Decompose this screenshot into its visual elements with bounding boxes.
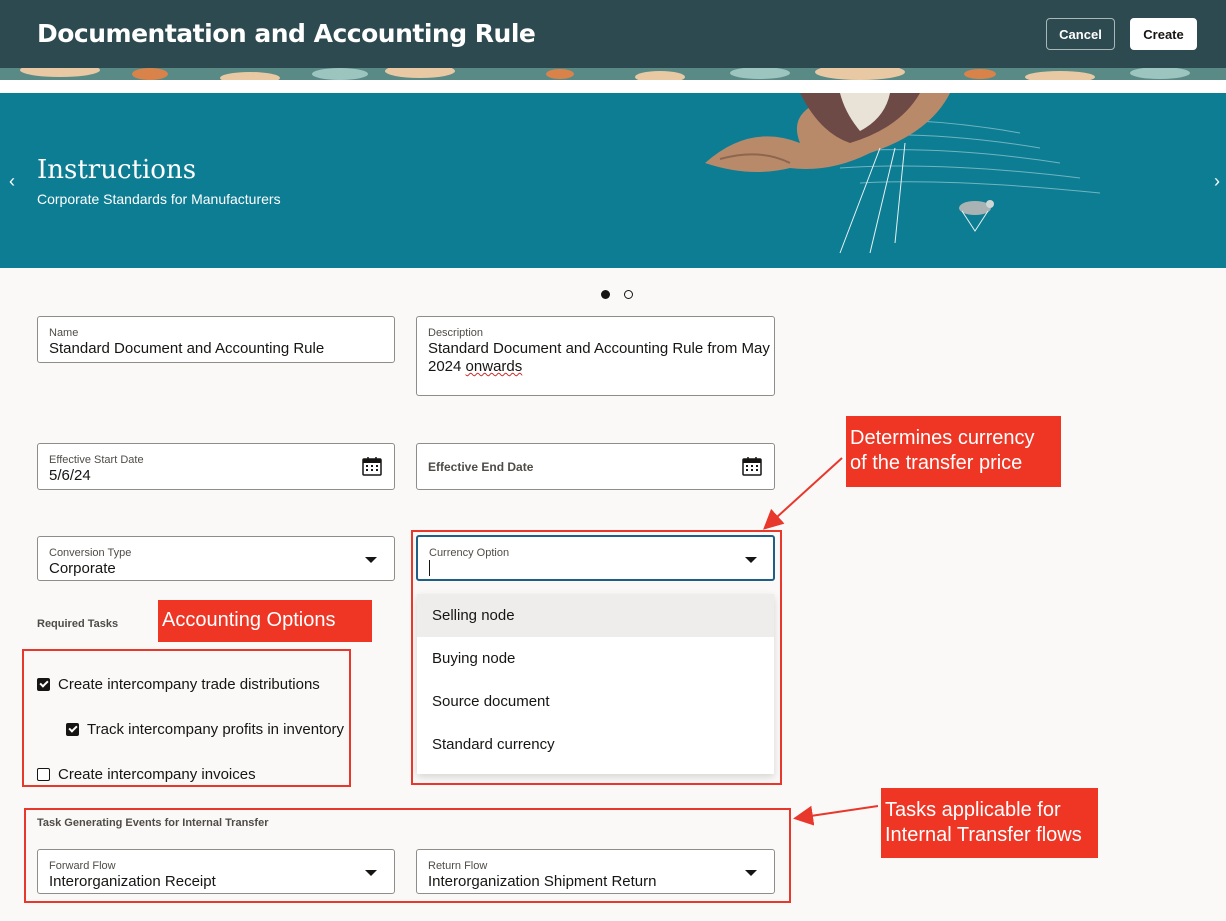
name-value: Standard Document and Accounting Rule <box>49 340 325 357</box>
carousel-prev-icon[interactable]: ‹ <box>9 171 15 192</box>
tasks-callout: Tasks applicable for Internal Transfer f… <box>881 788 1098 858</box>
banner-illustration <box>705 93 1101 254</box>
effective-end-date-field[interactable]: Effective End Date <box>416 443 775 490</box>
effective-start-date-value: 5/6/24 <box>49 467 91 484</box>
currency-arrow <box>763 457 843 530</box>
description-field[interactable]: Description Standard Document and Accoun… <box>416 316 775 396</box>
carousel-next-icon[interactable]: › <box>1214 171 1220 192</box>
chevron-down-icon[interactable] <box>365 557 377 563</box>
banner-subtitle: Corporate Standards for Manufacturers <box>37 191 281 207</box>
name-field[interactable]: Name Standard Document and Accounting Ru… <box>37 316 395 363</box>
calendar-icon[interactable] <box>742 456 762 476</box>
carousel-dot-2[interactable] <box>624 290 633 299</box>
decorative-strip <box>0 68 1226 80</box>
task-events-annotation-box <box>24 808 791 903</box>
instructions-banner: Instructions Corporate Standards for Man… <box>0 93 1226 268</box>
description-value: Standard Document and Accounting Rule fr… <box>428 340 770 375</box>
cancel-button[interactable]: Cancel <box>1046 18 1115 50</box>
conversion-type-select[interactable]: Conversion Type Corporate <box>37 536 395 581</box>
calendar-icon[interactable] <box>362 456 382 476</box>
description-label: Description <box>428 327 484 339</box>
accounting-options-callout: Accounting Options <box>158 600 372 642</box>
create-button[interactable]: Create <box>1130 18 1197 50</box>
required-tasks-label: Required Tasks <box>37 618 119 630</box>
effective-start-date-label: Effective Start Date <box>49 454 144 466</box>
carousel-dot-1[interactable] <box>601 290 610 299</box>
banner-title: Instructions <box>37 155 197 185</box>
currency-callout: Determines currency of the transfer pric… <box>846 416 1061 487</box>
spellcheck-flagged-word: onwards <box>465 358 523 375</box>
effective-end-date-label: Effective End Date <box>428 460 534 474</box>
accounting-options-box <box>22 649 351 787</box>
conversion-type-value: Corporate <box>49 560 116 577</box>
page-header: Documentation and Accounting Rule Cancel… <box>0 0 1226 68</box>
name-label: Name <box>49 327 79 339</box>
currency-annotation-box <box>411 530 782 785</box>
tasks-arrow <box>793 805 879 826</box>
page-title: Documentation and Accounting Rule <box>37 19 536 48</box>
effective-start-date-field[interactable]: Effective Start Date 5/6/24 <box>37 443 395 490</box>
conversion-type-label: Conversion Type <box>49 547 132 559</box>
